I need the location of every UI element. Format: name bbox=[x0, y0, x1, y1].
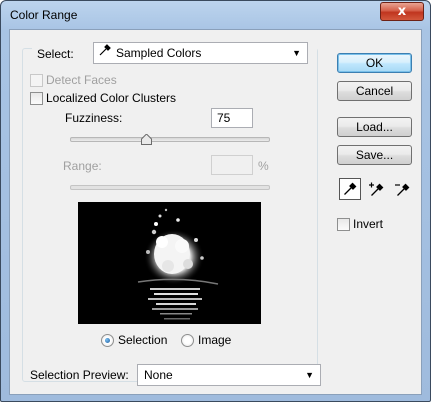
chevron-down-icon: ▼ bbox=[305, 370, 314, 380]
range-slider-track bbox=[70, 185, 270, 190]
image-radio-label: Image bbox=[198, 333, 232, 347]
preview-image-radio[interactable]: Image bbox=[181, 333, 231, 347]
eyedropper-plus-icon[interactable] bbox=[365, 178, 387, 200]
save-button[interactable]: Save... bbox=[337, 145, 412, 165]
chevron-down-icon: ▼ bbox=[292, 48, 301, 58]
select-value: Sampled Colors bbox=[116, 46, 202, 60]
range-input[interactable] bbox=[211, 155, 253, 175]
color-range-dialog: Color Range x Select: Sampled Colors ▼ D… bbox=[0, 0, 431, 402]
ok-button[interactable]: OK bbox=[337, 53, 412, 73]
cancel-button[interactable]: Cancel bbox=[337, 81, 412, 101]
selection-preview-label: Selection Preview: bbox=[30, 368, 129, 382]
invert-checkbox[interactable]: Invert bbox=[337, 217, 383, 231]
fuzziness-slider-track[interactable] bbox=[70, 137, 270, 142]
localized-clusters-label: Localized Color Clusters bbox=[46, 91, 177, 105]
select-label: Select: bbox=[37, 47, 74, 61]
selection-preview-image bbox=[78, 202, 261, 324]
checkbox-box bbox=[337, 217, 350, 231]
preview-selection-radio[interactable]: Selection bbox=[101, 333, 167, 347]
select-dropdown[interactable]: Sampled Colors ▼ bbox=[93, 42, 308, 64]
checkbox-box bbox=[30, 73, 43, 87]
range-unit: % bbox=[258, 159, 269, 173]
detect-faces-label: Detect Faces bbox=[46, 73, 117, 87]
splash-preview-graphic bbox=[137, 208, 219, 320]
range-label: Range: bbox=[63, 159, 102, 173]
selection-preview-dropdown[interactable]: None ▼ bbox=[137, 364, 321, 386]
checkbox-box bbox=[30, 91, 43, 105]
window-title: Color Range bbox=[10, 8, 78, 22]
radio-dot bbox=[181, 333, 194, 347]
selection-preview-value: None bbox=[144, 368, 173, 382]
load-button[interactable]: Load... bbox=[337, 117, 412, 137]
eyedropper-icon[interactable] bbox=[339, 178, 361, 200]
close-button[interactable]: x bbox=[380, 2, 424, 21]
localized-clusters-checkbox[interactable]: Localized Color Clusters bbox=[30, 91, 176, 105]
fuzziness-slider-thumb[interactable] bbox=[140, 133, 152, 145]
title-bar[interactable]: Color Range x bbox=[1, 1, 430, 29]
eyedropper-icon bbox=[99, 43, 111, 63]
radio-dot bbox=[101, 333, 114, 347]
dialog-body: Select: Sampled Colors ▼ Detect Faces Lo… bbox=[9, 29, 422, 395]
selection-radio-label: Selection bbox=[118, 333, 168, 347]
fuzziness-input[interactable]: 75 bbox=[211, 108, 253, 128]
invert-label: Invert bbox=[353, 217, 384, 231]
detect-faces-checkbox[interactable]: Detect Faces bbox=[30, 73, 117, 87]
fuzziness-label: Fuzziness: bbox=[65, 111, 123, 125]
eyedropper-minus-icon[interactable] bbox=[391, 178, 413, 200]
